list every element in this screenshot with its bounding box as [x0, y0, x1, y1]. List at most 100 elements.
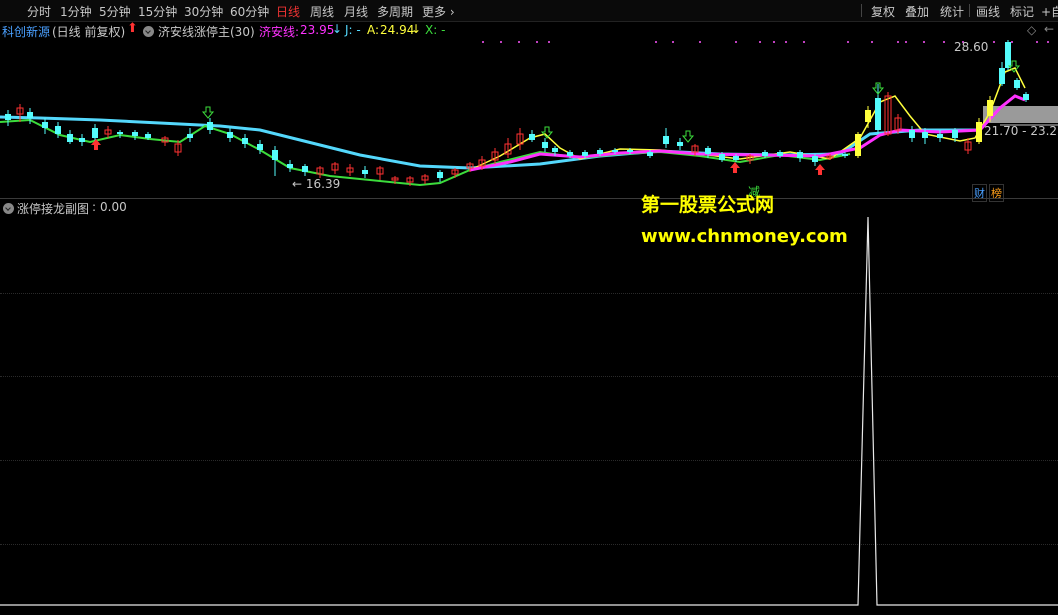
custom-button[interactable]: +自 — [1041, 3, 1058, 20]
diamond-icon[interactable]: ◇ — [1027, 23, 1036, 37]
candle-body — [145, 134, 151, 138]
period-30min[interactable]: 30分钟 — [184, 3, 223, 20]
candle-body — [812, 156, 818, 162]
candle-body — [55, 126, 61, 134]
chevron-right-icon: › — [446, 5, 455, 19]
signal-dot — [897, 41, 899, 43]
separator — [861, 4, 862, 17]
candle-body — [1023, 94, 1029, 100]
signal-dot — [655, 41, 657, 43]
candle-body — [612, 150, 618, 152]
candle-body — [437, 172, 443, 178]
low-price-value: 16.39 — [305, 177, 341, 191]
zhangting-line — [0, 216, 1058, 606]
a-label: A: — [367, 23, 380, 37]
signal-dot — [1047, 41, 1049, 43]
candle-body — [976, 122, 982, 142]
period-1min[interactable]: 1分钟 — [60, 3, 92, 20]
candle-body — [362, 170, 368, 174]
candle-body — [207, 122, 213, 130]
signal-dot — [759, 41, 761, 43]
signal-dot — [847, 41, 849, 43]
candle-body — [79, 138, 85, 142]
candle-body — [92, 128, 98, 138]
period-multi[interactable]: 多周期 — [377, 3, 413, 20]
candle-body — [855, 134, 861, 156]
candle-body — [187, 134, 193, 138]
candle-body — [909, 130, 915, 138]
high-price-label: 28.60 — [954, 40, 989, 54]
period-daily[interactable]: 日线 — [276, 3, 300, 20]
signal-dot — [735, 41, 737, 43]
candle-body — [663, 136, 669, 144]
x-label: X: - — [425, 23, 446, 37]
arrow-left-icon: ← — [292, 177, 303, 191]
signal-dot — [548, 41, 550, 43]
candle-body — [797, 152, 803, 158]
watermark-line2: www.chnmoney.com — [641, 226, 848, 247]
candle-body — [987, 100, 993, 116]
signal-dot — [1036, 41, 1038, 43]
arrow-down-icon: ↓ — [332, 22, 343, 36]
candle-body — [677, 142, 683, 146]
candle-body — [705, 148, 711, 154]
candle-body — [922, 132, 928, 138]
stats-button[interactable]: 统计 — [940, 3, 964, 20]
chevron-down-icon[interactable] — [143, 26, 154, 37]
candle-body — [132, 132, 138, 136]
signal-dot — [500, 41, 502, 43]
candle-body — [719, 154, 725, 160]
period-5min[interactable]: 5分钟 — [99, 3, 131, 20]
candle-body — [567, 152, 573, 156]
period-monthly[interactable]: 月线 — [344, 3, 368, 20]
candle-body — [117, 132, 123, 134]
mark-button[interactable]: 标记 — [1010, 3, 1034, 20]
signal-dot — [923, 41, 925, 43]
candle-body — [842, 154, 848, 156]
draw-line-button[interactable]: 画线 — [976, 3, 1000, 20]
period-more[interactable]: 更多 › — [422, 3, 455, 20]
candle-body — [865, 110, 871, 122]
main-kline-chart — [0, 40, 1058, 187]
indicator-info-line: 科创新源 (日线 前复权) ⬆ 济安线涨停主(30) 济安线: 23.95 ↓ … — [0, 21, 1058, 39]
candle-body — [287, 164, 293, 168]
signal-dot — [773, 41, 775, 43]
signal-dot — [943, 41, 945, 43]
candle-body — [627, 150, 633, 152]
signal-dot — [482, 41, 484, 43]
buy-arrow-icon — [815, 164, 825, 175]
signal-dot — [536, 41, 538, 43]
fuquan-button[interactable]: 复权 — [871, 3, 895, 20]
candle-body — [552, 148, 558, 152]
candle-body — [875, 98, 881, 130]
arrow-up-icon: ⬆ — [127, 21, 138, 36]
period-weekly[interactable]: 周线 — [310, 3, 334, 20]
buy-arrow-icon — [730, 162, 740, 173]
overlay-button[interactable]: 叠加 — [905, 3, 929, 20]
candle-body — [529, 134, 535, 140]
period-fenshi[interactable]: 分时 — [27, 3, 51, 20]
signal-dot — [518, 41, 520, 43]
candle-body — [42, 122, 48, 128]
range-label: 21.70 - 23.21 — [984, 124, 1058, 138]
signal-dot — [993, 41, 995, 43]
sell-arrow-icon — [681, 130, 695, 143]
candle-body — [937, 134, 943, 138]
period-15min[interactable]: 15分钟 — [138, 3, 177, 20]
signal-dot — [1011, 41, 1013, 43]
sub-chart-plot — [0, 216, 1058, 606]
a-value: 24.94 — [380, 23, 415, 37]
candle-body — [733, 156, 739, 160]
sell-arrow-icon — [201, 106, 215, 119]
candle-body — [597, 150, 603, 154]
signal-dot — [672, 41, 674, 43]
period-60min[interactable]: 60分钟 — [230, 3, 269, 20]
signal-dot — [699, 41, 701, 43]
signal-dot — [803, 41, 805, 43]
candle-body — [647, 152, 653, 156]
candle-body — [227, 132, 233, 138]
arrow-left-icon[interactable]: ← — [1044, 22, 1054, 36]
candle-body — [999, 68, 1005, 84]
candle-body — [952, 130, 958, 138]
arrow-down-icon: ↓ — [411, 22, 422, 36]
